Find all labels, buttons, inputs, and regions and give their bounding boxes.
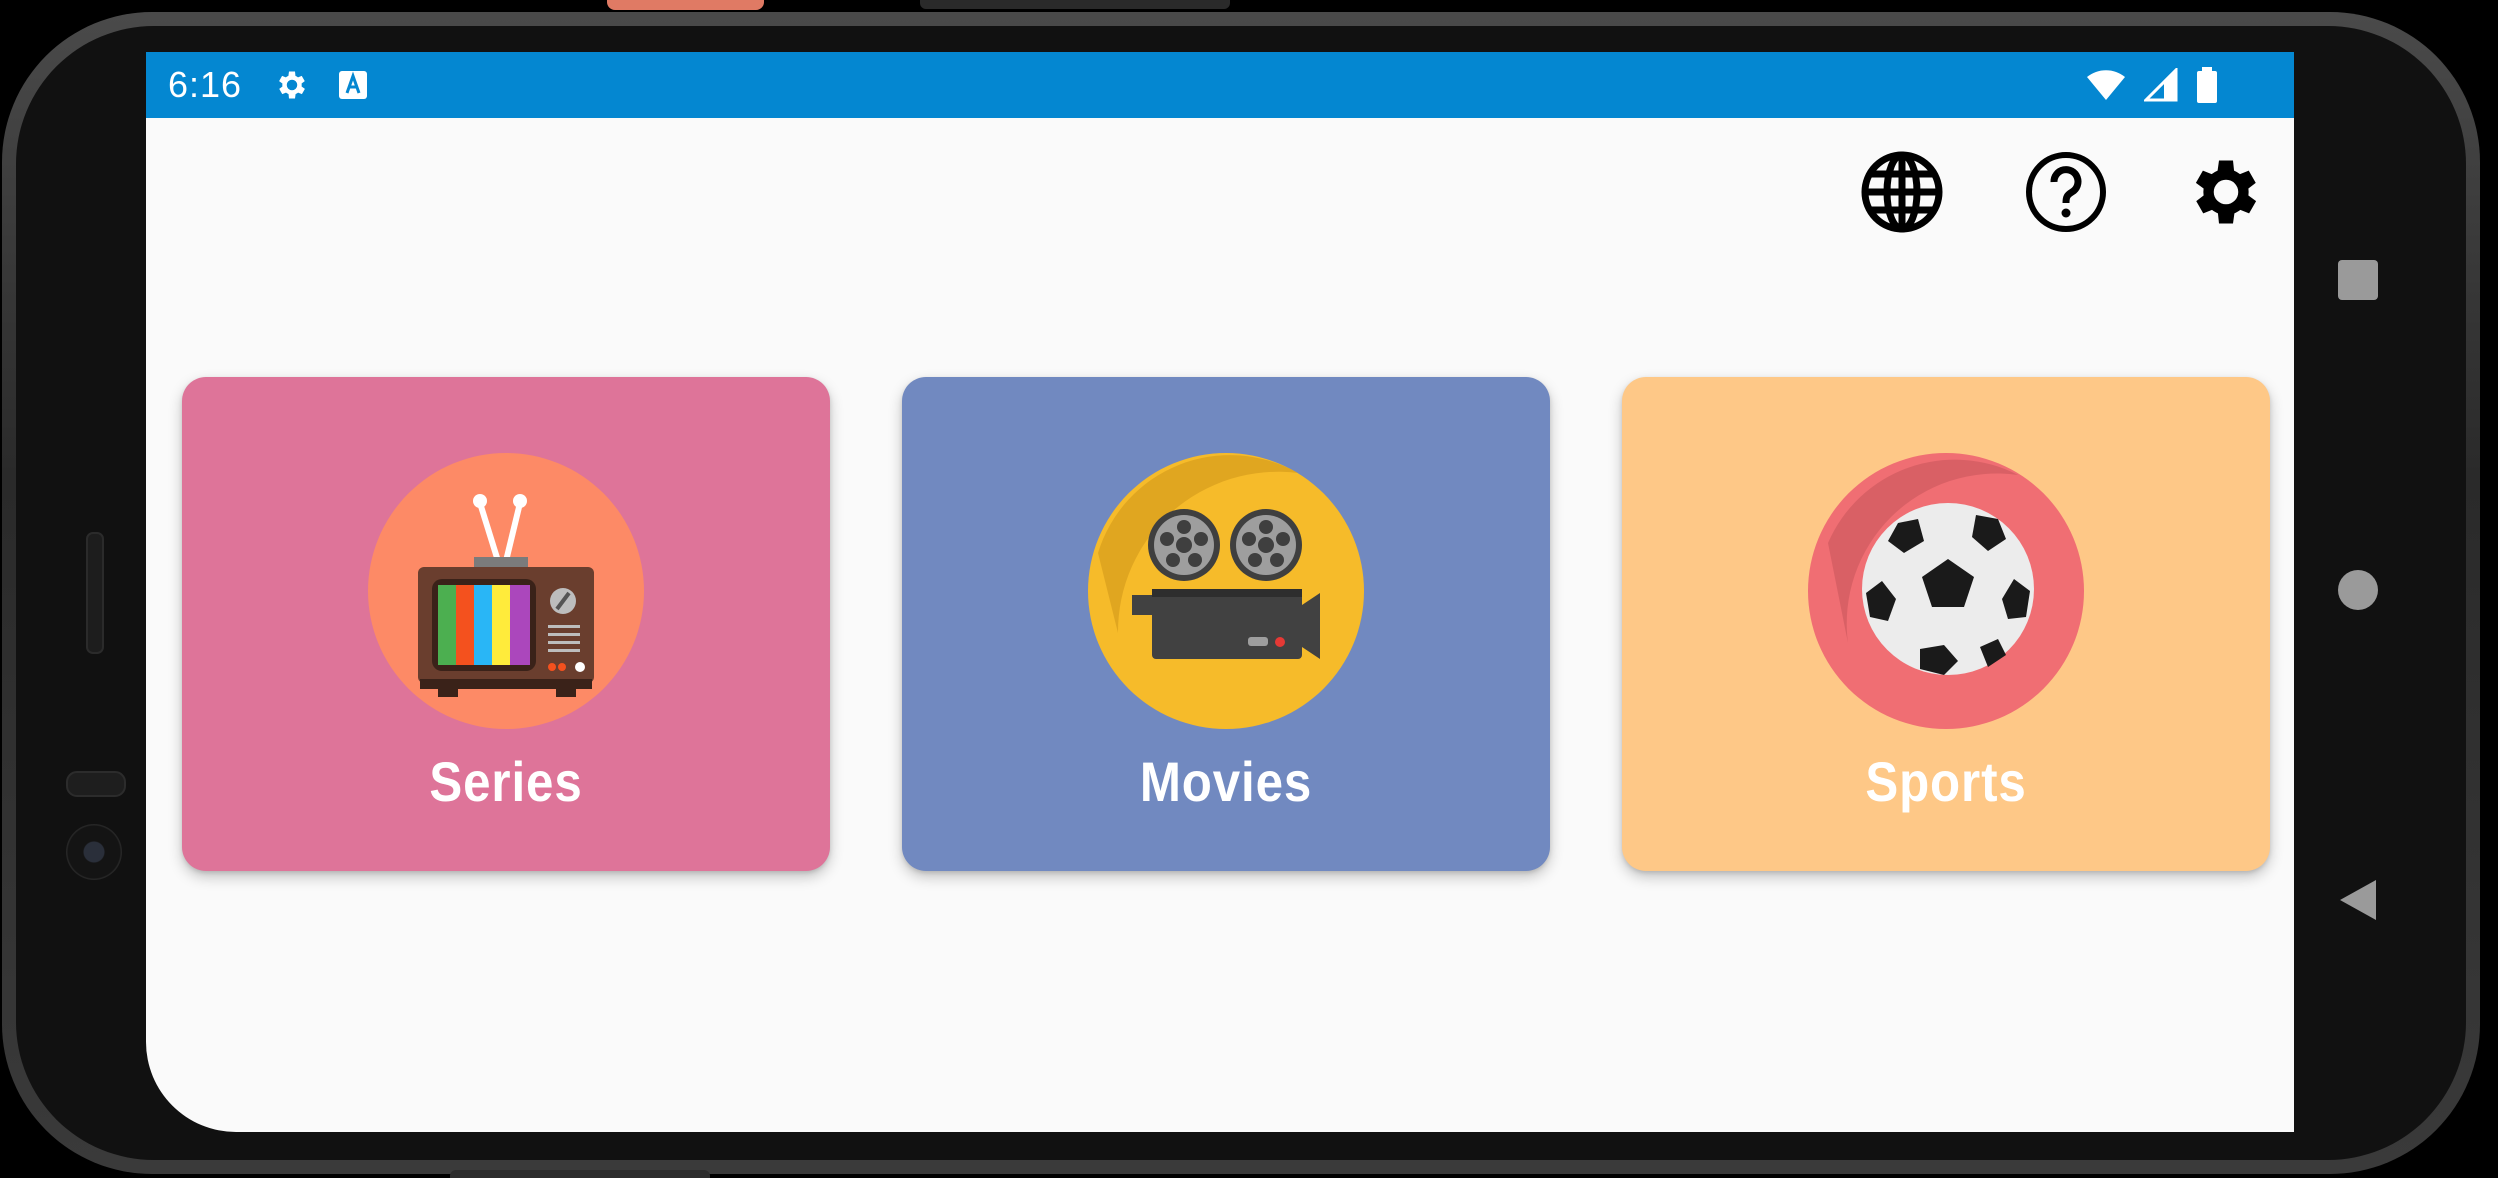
series-card[interactable]: Series — [182, 377, 830, 871]
series-label: Series — [429, 750, 583, 813]
help-icon — [2024, 150, 2108, 239]
square-icon — [2336, 260, 2380, 306]
power-button — [607, 0, 764, 10]
wifi-icon — [2086, 68, 2126, 107]
help-button[interactable] — [2018, 146, 2114, 242]
soccer-ball-icon — [1808, 453, 2084, 729]
settings-button[interactable] — [2178, 146, 2274, 242]
back-button[interactable] — [2336, 878, 2380, 927]
front-camera — [66, 824, 122, 880]
text-a-icon — [338, 70, 368, 105]
signal-icon — [2142, 66, 2178, 107]
toolbar-actions — [1854, 146, 2294, 242]
gear-icon — [274, 67, 310, 108]
earpiece-speaker — [86, 532, 104, 654]
battery-icon — [2196, 67, 2218, 108]
movies-label: Movies — [1139, 750, 1313, 813]
home-button[interactable] — [2336, 568, 2380, 617]
tv-icon — [368, 453, 644, 729]
status-bar: 6:16 — [146, 52, 2294, 118]
phone-edge — [450, 1170, 710, 1178]
recents-button[interactable] — [2336, 258, 2380, 307]
sports-label: Sports — [1865, 750, 2027, 813]
movies-card[interactable]: Movies — [902, 377, 1550, 871]
settings-icon — [2184, 150, 2268, 239]
proximity-sensor — [66, 771, 126, 797]
globe-icon — [1860, 150, 1944, 239]
status-right-icons — [2086, 66, 2218, 108]
volume-button — [920, 0, 1230, 9]
app-screen: 6:16 Series Movies Sports — [146, 52, 2294, 1132]
film-camera-icon — [1088, 453, 1364, 729]
triangle-back-icon — [2336, 880, 2380, 926]
status-time: 6:16 — [168, 64, 243, 105]
circle-icon — [2336, 570, 2380, 616]
sports-card[interactable]: Sports — [1622, 377, 2270, 871]
language-button[interactable] — [1854, 146, 1950, 242]
